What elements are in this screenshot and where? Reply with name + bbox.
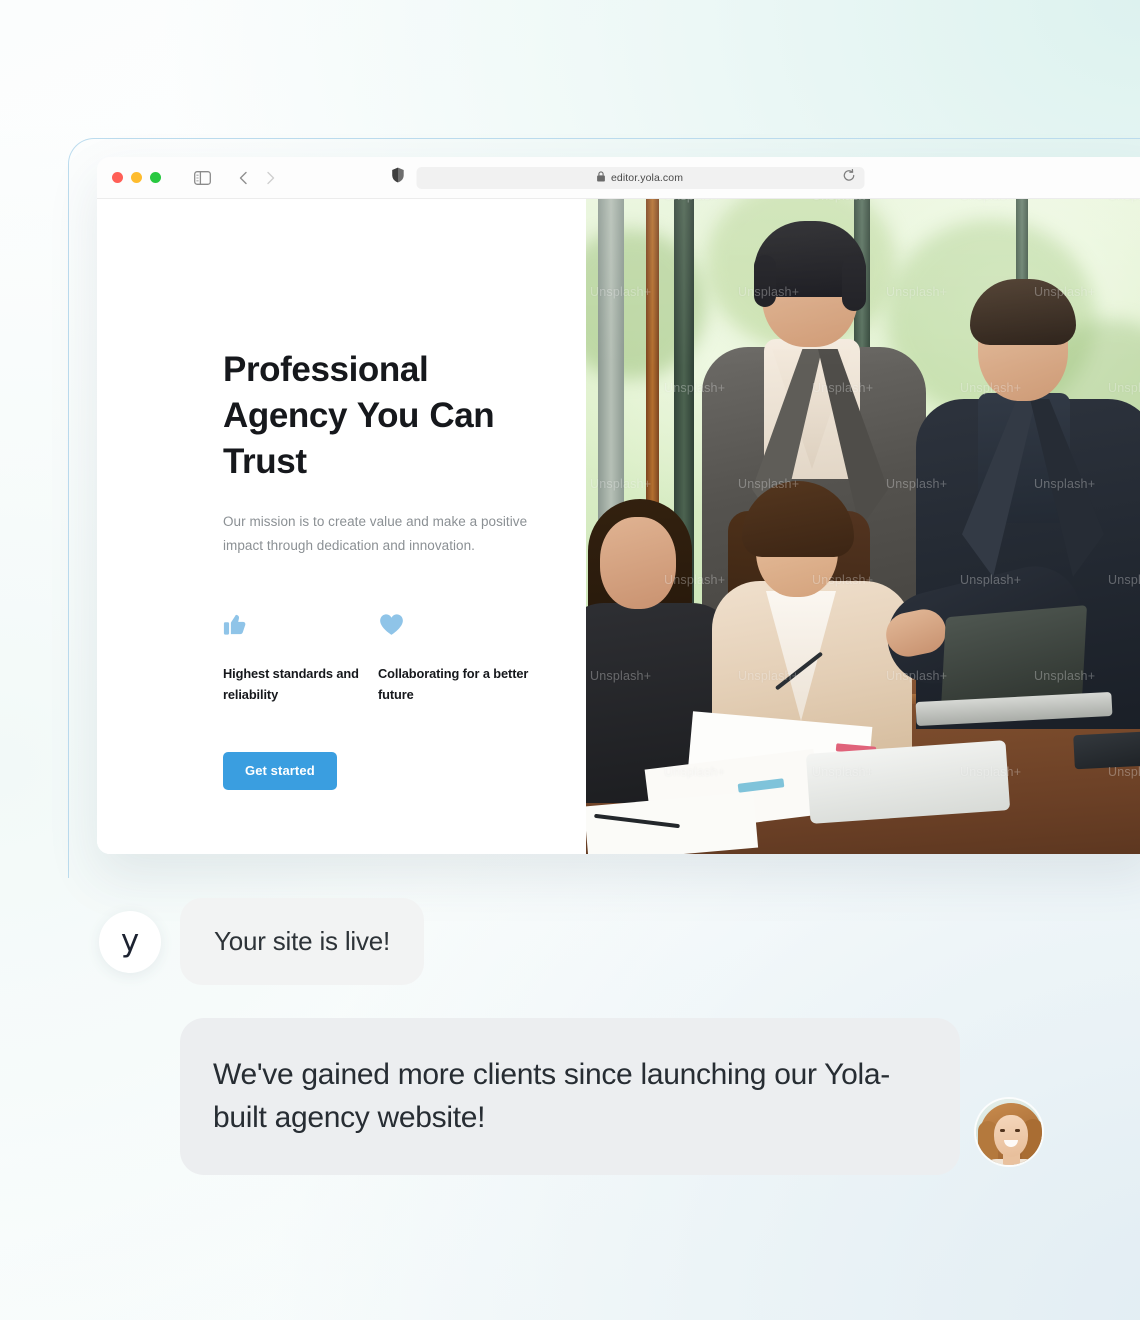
reload-icon[interactable] (842, 168, 855, 187)
watermark-text: Unsplash+ (738, 285, 800, 299)
chat-section: y Your site is live! We've gained more c… (0, 898, 1140, 1176)
thumbs-up-icon (223, 608, 378, 638)
avatar-face (994, 1115, 1028, 1158)
feature-label-collaboration: Collaborating for a better future (378, 665, 529, 703)
feature-list: Highest standards and reliability Collab… (223, 608, 533, 706)
watermark-text: Unsplash+ (812, 573, 874, 587)
watermark-text: Unsplash+ (886, 477, 948, 491)
watermark-text: Unsplash+ (1034, 477, 1096, 491)
browser-window: editor.yola.com Professional Agency You … (97, 157, 1140, 854)
watermark-text: Unsplash+ (1108, 199, 1140, 203)
hero-subtext: Our mission is to create value and make … (223, 513, 528, 553)
watermark-text: Unsplash+ (886, 669, 948, 683)
watermark-text: Unsplash+ (1108, 573, 1140, 587)
feature-label-standards: Highest standards and reliability (223, 665, 359, 703)
close-window-button[interactable] (112, 172, 123, 183)
watermark-text: Unsplash+ (1034, 669, 1096, 683)
hero-photo: Unsplash+ Unsplash+ Unsplash+ Unsplash+ Unsp… (586, 199, 1140, 854)
watermark-text: Unsplash+ (960, 381, 1022, 395)
browser-toolbar: editor.yola.com (97, 157, 1140, 199)
watermark-text: Unsplash+ (886, 285, 948, 299)
system-message-row: y Your site is live! (0, 898, 1140, 985)
feature-item-standards: Highest standards and reliability (223, 608, 378, 706)
get-started-button[interactable]: Get started (223, 751, 337, 790)
feature-item-collaboration: Collaborating for a better future (378, 608, 533, 706)
watermark-text: Unsplash+ (590, 669, 652, 683)
watermark-text: Unsplash+ (664, 381, 726, 395)
address-bar-region: editor.yola.com (391, 166, 864, 189)
watermark-text: Unsplash+ (1108, 765, 1140, 779)
address-url-text: editor.yola.com (610, 171, 684, 184)
watermark-text: Unsplash+ (664, 765, 726, 779)
yola-logo-icon: y (120, 923, 140, 959)
hero-image-panel: Unsplash+ Unsplash+ Unsplash+ Unsplash+ Unsp… (586, 199, 1140, 854)
site-preview-canvas: Professional Agency You Can Trust Our mi… (97, 199, 1140, 854)
zoom-window-button[interactable] (150, 172, 161, 183)
navigation-buttons (236, 170, 278, 186)
watermark-text: Unsplash+ (960, 765, 1022, 779)
watermark-text: Unsplash+ (738, 477, 800, 491)
watermark-text: Unsplash+ (664, 199, 725, 203)
shield-icon[interactable] (391, 167, 404, 188)
heart-icon (378, 608, 533, 638)
watermark-text: Unsplash+ (590, 285, 652, 299)
address-bar[interactable]: editor.yola.com (416, 166, 864, 189)
lock-icon (597, 169, 606, 187)
watermark-text: Unsplash+ (1034, 285, 1096, 299)
watermark-text: Unsplash+ (812, 381, 874, 395)
watermark-text: Unsplash+ (1108, 381, 1140, 395)
hero-copy-block: Professional Agency You Can Trust Our mi… (223, 347, 533, 790)
testimonial-bubble: We've gained more clients since launchin… (180, 1018, 960, 1176)
avatar-eye (1000, 1129, 1005, 1133)
client-photo-avatar (974, 1097, 1044, 1168)
watermark-text: Unsplash+ (960, 573, 1022, 587)
address-bar-content: editor.yola.com (597, 169, 683, 187)
watermark-text: Unsplash+ (590, 477, 652, 491)
page-title: Professional Agency You Can Trust (223, 350, 495, 481)
hero-text-panel: Professional Agency You Can Trust Our mi… (97, 199, 586, 854)
watermark-text: Unsplash+ (812, 765, 874, 779)
forward-chevron-icon[interactable] (262, 170, 278, 186)
minimize-window-button[interactable] (131, 172, 142, 183)
sidebar-toggle-icon[interactable] (194, 170, 211, 185)
yola-brand-avatar: y (99, 910, 161, 973)
avatar-eye (1015, 1129, 1020, 1133)
watermark-text: Unsplash+ (664, 573, 726, 587)
system-message-bubble: Your site is live! (180, 898, 425, 985)
window-controls (112, 172, 161, 183)
back-chevron-icon[interactable] (236, 170, 252, 186)
watermark-overlay: Unsplash+ Unsplash+ Unsplash+ Unsplash+ Unsp… (586, 199, 1140, 854)
testimonial-row: We've gained more clients since launchin… (0, 985, 1140, 1176)
watermark-text: Unsplash+ (960, 199, 1021, 203)
watermark-text: Unsplash+ (738, 669, 800, 683)
watermark-text: Unsplash+ (812, 199, 873, 203)
